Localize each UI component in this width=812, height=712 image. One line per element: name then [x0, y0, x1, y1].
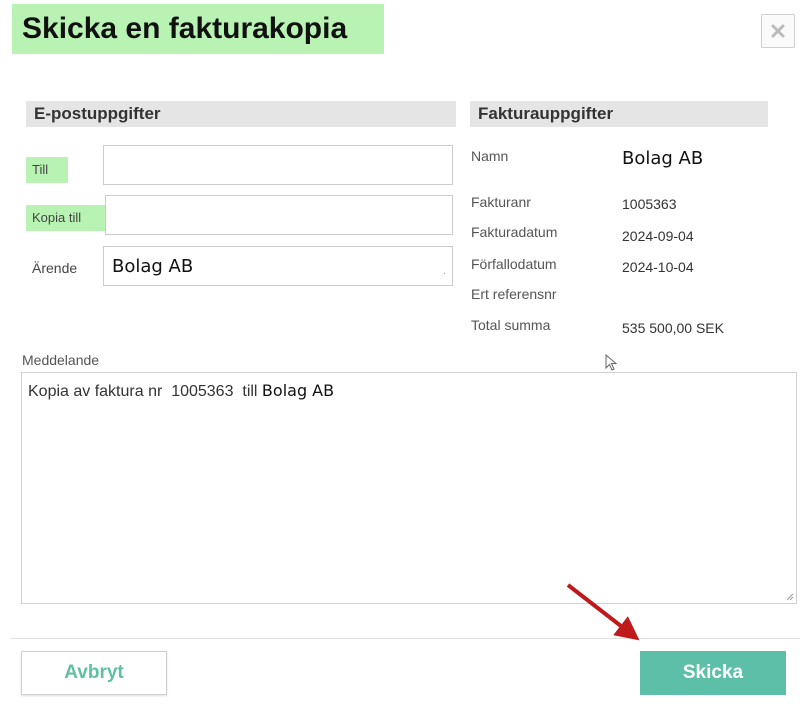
cc-field[interactable] — [105, 195, 453, 235]
subject-value: Bolag AB — [112, 255, 194, 277]
close-icon — [771, 24, 785, 38]
invoice-label-total: Total summa — [471, 317, 551, 333]
to-field[interactable] — [103, 145, 453, 185]
invoice-label-date: Fakturadatum — [471, 224, 558, 240]
invoice-value-name: Bolag AB — [622, 148, 704, 169]
resize-handle-icon[interactable] — [784, 591, 794, 601]
subject-field[interactable]: Bolag AB · — [103, 246, 453, 286]
send-button[interactable]: Skicka — [640, 651, 786, 695]
red-arrow-icon — [566, 583, 640, 641]
invoice-value-due-date: 2024-10-04 — [622, 259, 694, 275]
invoice-value-number: 1005363 — [622, 196, 677, 212]
email-section-heading: E-postuppgifter — [26, 101, 456, 127]
invoice-value-date: 2024-09-04 — [622, 228, 694, 244]
message-label: Meddelande — [22, 352, 100, 368]
invoice-label-due-date: Förfallodatum — [471, 256, 557, 272]
message-text: Kopia av faktura nr 1005363 till — [28, 383, 262, 400]
footer-divider — [10, 638, 800, 639]
message-textarea[interactable]: Kopia av faktura nr 1005363 till Bolag A… — [21, 372, 797, 604]
cancel-button[interactable]: Avbryt — [21, 651, 167, 695]
cc-label: Kopia till — [26, 205, 105, 231]
to-label: Till — [26, 157, 68, 183]
mouse-pointer-icon — [605, 354, 618, 371]
subject-label: Ärende — [32, 260, 78, 276]
invoice-label-number: Fakturanr — [471, 194, 531, 210]
invoice-label-name: Namn — [471, 148, 509, 164]
message-recipient-name: Bolag AB — [261, 381, 335, 400]
close-button[interactable] — [761, 14, 795, 48]
invoice-value-total: 535 500,00 SEK — [622, 320, 724, 336]
field-caret-icon: · — [442, 269, 446, 280]
dialog-title: Skicka en fakturakopia — [22, 12, 348, 45]
invoice-label-reference: Ert referensnr — [471, 286, 557, 302]
title-highlight: Skicka en fakturakopia — [12, 4, 384, 54]
invoice-section-heading: Fakturauppgifter — [470, 101, 768, 127]
